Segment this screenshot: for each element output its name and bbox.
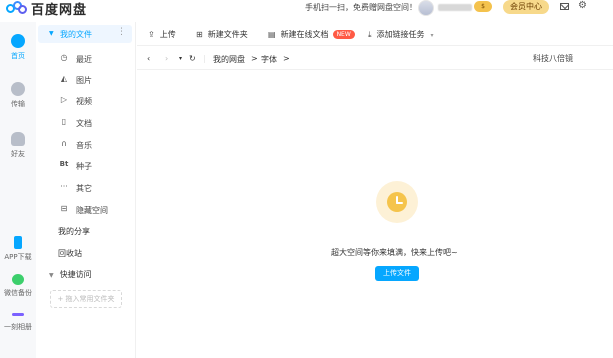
member-center-button[interactable]: 会员中心 [503, 0, 549, 14]
download-icon: ⤓ [368, 30, 372, 39]
caret-down-icon: ▼ [49, 272, 54, 279]
image-icon: ◭ [60, 74, 68, 83]
left-rail: 首页 传输 好友 APP下载 微信备份 一刻相册 [0, 22, 36, 358]
rail-item-friends[interactable]: 好友 [0, 132, 36, 159]
vip-level-icon: $ [474, 1, 492, 12]
add-link-task-label: 添加链接任务 [376, 30, 425, 39]
document-icon: ▯ [61, 117, 67, 126]
breadcrumb-current: 字体 [261, 55, 277, 64]
nav-item-label: 文档 [76, 119, 92, 128]
upload-button[interactable]: ⇪ 上传 [148, 29, 176, 40]
add-link-task-button[interactable]: ⤓ 添加链接任务 ▾ [368, 29, 434, 40]
clock-icon: ◷ [60, 53, 68, 62]
nav-item-documents[interactable]: ▯ 文档 [36, 116, 134, 130]
new-folder-button[interactable]: ⊞ 新建文件夹 [196, 29, 248, 40]
nav-item-hidden-space[interactable]: ⊟ 隐藏空间 [36, 203, 134, 217]
baidu-netdisk-logo-icon [6, 1, 28, 15]
nav-item-videos[interactable]: ▷ 视频 [36, 94, 134, 108]
promo-link[interactable]: 手机扫一扫，免费赠网盘空间！ [305, 2, 417, 13]
breadcrumb-separator: > [283, 54, 290, 63]
rail-item-label: 微信备份 [4, 289, 32, 297]
rail-item-label: APP下载 [4, 253, 32, 261]
new-online-doc-button[interactable]: ▤ 新建在线文档 NEW [268, 29, 355, 40]
new-online-doc-label: 新建在线文档 [280, 30, 329, 39]
rail-item-label: 首页 [11, 52, 25, 60]
gear-icon[interactable]: ⚙ [578, 1, 587, 11]
folder-plus-icon: ⊞ [196, 30, 203, 39]
friends-icon [11, 132, 25, 146]
more-icon[interactable]: ⋮ [117, 27, 126, 37]
breadcrumb-root[interactable]: 我的网盘 [213, 54, 245, 65]
toolbar: ⇪ 上传 ⊞ 新建文件夹 ▤ 新建在线文档 NEW ⤓ 添加链接任务 ▾ [137, 22, 613, 46]
transfer-icon [11, 82, 25, 96]
cloud-icon [11, 34, 25, 48]
nav-item-music[interactable]: ∩ 音乐 [36, 138, 134, 152]
nav-item-other[interactable]: ··· 其它 [36, 181, 134, 195]
nav-item-label: 图片 [76, 76, 92, 85]
nav-my-files[interactable]: ▼ 我的文件 ⋮ [38, 25, 132, 43]
nav-my-files-label: 我的文件 [60, 30, 92, 39]
rail-item-label: 一刻相册 [4, 323, 32, 331]
history-dropdown-icon[interactable]: ▾ [179, 55, 182, 62]
torrent-icon: Bt [59, 160, 69, 168]
nav-item-label: 种子 [76, 162, 92, 171]
video-icon: ▷ [60, 95, 68, 104]
nav-quick-access[interactable]: ▼ 快捷访问 [49, 269, 92, 280]
app-title: 百度网盘 [31, 2, 88, 18]
lock-icon: ⊟ [60, 204, 68, 213]
upload-file-button[interactable]: 上传文件 [375, 266, 419, 281]
search-box[interactable]: 科技八倍镜 [533, 53, 573, 64]
rail-item-wechat-backup[interactable]: 微信备份 [0, 274, 36, 298]
wechat-icon [12, 274, 24, 285]
nav-recycle-bin[interactable]: 回收站 [58, 248, 82, 259]
refresh-icon[interactable]: ↻ [189, 54, 196, 63]
empty-clock-icon [376, 181, 418, 223]
rail-item-one-click[interactable]: 一刻相册 [0, 307, 36, 332]
album-icon [12, 313, 24, 316]
ellipsis-icon: ··· [60, 182, 68, 191]
empty-message: 超大空间等你来填满，快来上传吧~ [331, 248, 458, 257]
forward-icon[interactable]: › [165, 54, 168, 63]
nav-quick-access-label: 快捷访问 [59, 270, 92, 279]
nav-item-label: 隐藏空间 [76, 206, 108, 215]
avatar[interactable] [418, 0, 434, 16]
headphones-icon: ∩ [61, 139, 67, 148]
nav-item-label: 其它 [76, 184, 92, 193]
nav-item-label: 最近 [76, 55, 92, 64]
rail-item-label: 传输 [11, 100, 25, 108]
chevron-down-icon[interactable]: ▾ [431, 32, 434, 39]
upload-icon: ⇪ [148, 30, 155, 39]
new-badge: NEW [332, 30, 355, 39]
app-logo[interactable]: 百度网盘 [6, 0, 88, 18]
caret-down-icon[interactable]: ▼ [49, 30, 54, 37]
mail-icon[interactable] [560, 3, 569, 10]
nav-item-images[interactable]: ◭ 图片 [36, 73, 134, 87]
file-nav: ▼ 我的文件 ⋮ ◷ 最近 ◭ 图片 ▷ 视频 ▯ 文档 ∩ 音乐 Bt 种子 … [36, 22, 136, 358]
rail-item-label: 好友 [11, 150, 25, 158]
add-quick-folder-dropzone[interactable]: + 拖入常用文件夹 [50, 290, 122, 308]
top-bar: 百度网盘 手机扫一扫，免费赠网盘空间！ $ 会员中心 ⚙ [0, 0, 613, 18]
breadcrumb-separator: > [251, 54, 258, 63]
username-blurred[interactable] [438, 4, 472, 11]
upload-label: 上传 [159, 30, 176, 39]
nav-my-share[interactable]: 我的分享 [58, 226, 90, 237]
back-icon[interactable]: ‹ [147, 54, 150, 63]
document-icon: ▤ [268, 30, 276, 39]
rail-item-home[interactable]: 首页 [0, 34, 36, 61]
nav-item-recent[interactable]: ◷ 最近 [36, 52, 134, 66]
divider: | [203, 54, 206, 63]
nav-item-label: 音乐 [76, 141, 92, 150]
path-bar: ‹ › ▾ ↻ | 我的网盘 > 字体 > 科技八倍镜 [137, 48, 613, 70]
nav-item-label: 视频 [76, 97, 92, 106]
rail-item-transfer[interactable]: 传输 [0, 82, 36, 109]
rail-item-app-download[interactable]: APP下载 [0, 236, 36, 262]
phone-icon [14, 236, 22, 249]
new-folder-label: 新建文件夹 [207, 30, 248, 39]
nav-item-torrents[interactable]: Bt 种子 [36, 159, 134, 173]
